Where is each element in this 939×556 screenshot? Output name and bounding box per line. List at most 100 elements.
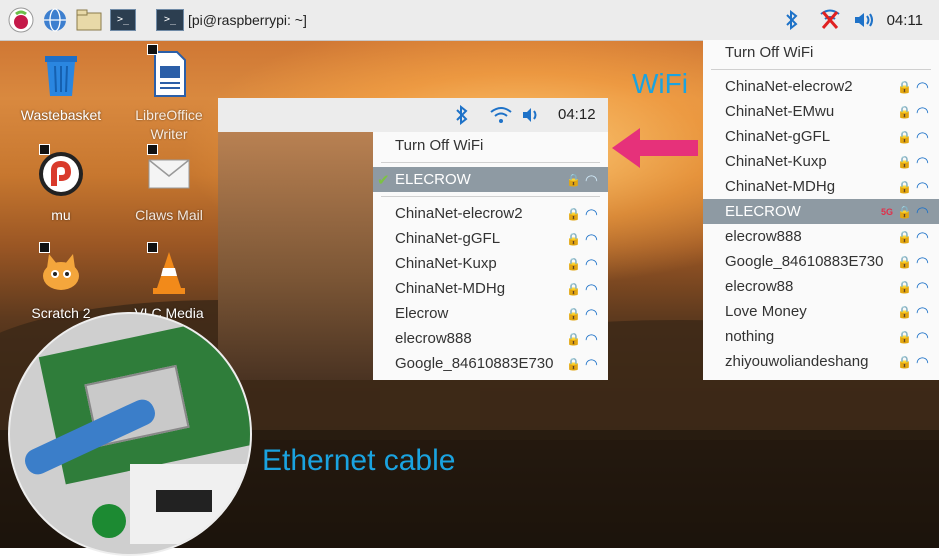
network-item-selected[interactable]: ELECROW 5G 🔒 ◠ — [703, 199, 939, 224]
lock-icon: 🔒 — [896, 179, 912, 194]
wifi-signal-icon: ◠ — [584, 280, 598, 298]
lock-icon: 🔒 — [565, 306, 581, 321]
lock-icon: 🔒 — [896, 79, 912, 94]
dip-switch — [156, 490, 212, 512]
bluetooth-icon[interactable] — [456, 105, 468, 125]
network-name: zhiyouwoliandeshang — [725, 353, 869, 370]
shortcut-arrow-icon — [39, 144, 50, 155]
network-name: ChinaNet-gGFL — [395, 230, 501, 247]
network-item[interactable]: ChinaNet-elecrow2 🔒 ◠ — [703, 74, 939, 99]
network-status: 🔒 ◠ — [897, 178, 929, 196]
wifi-menu-large: Turn Off WiFi ChinaNet-elecrow2 🔒 ◠ ChinaNe… — [703, 40, 939, 380]
network-status: 🔒 ◠ — [897, 253, 929, 271]
wifi-signal-icon: ◠ — [584, 330, 598, 348]
lock-icon: 🔒 — [896, 354, 912, 369]
network-item[interactable]: elecrow888 🔒 ◠ — [703, 224, 939, 249]
lock-icon: 🔒 — [565, 256, 581, 271]
wifi-signal-icon: ◠ — [915, 253, 929, 271]
volume-icon[interactable] — [522, 107, 542, 123]
network-item[interactable]: nothing 🔒 ◠ — [703, 324, 939, 349]
network-item[interactable]: zhiyouwoliandeshang 🔒 ◠ — [703, 349, 939, 374]
network-name: nothing — [725, 328, 775, 345]
ethernet-annotation: Ethernet cable — [262, 444, 456, 477]
network-item[interactable]: ChinaNet-elecrow2 🔒 ◠ — [373, 201, 608, 226]
system-tray: 04:11 — [785, 0, 939, 40]
network-item[interactable]: elecrow88 🔒 ◠ — [703, 274, 939, 299]
desktop-icon-label: Claws Mail — [135, 207, 203, 223]
network-item[interactable]: ChinaNet-Kuxp 🔒 ◠ — [703, 149, 939, 174]
network-name: ChinaNet-MDHg — [395, 280, 506, 297]
network-item[interactable]: ChinaNet-MDHg 🔒 ◠ — [373, 276, 608, 301]
network-item[interactable]: elecrow888 🔒 ◠ — [373, 326, 608, 351]
turn-off-wifi-item[interactable]: Turn Off WiFi — [373, 133, 608, 158]
lock-icon: 🔒 — [565, 331, 581, 346]
web-browser-icon[interactable] — [42, 7, 68, 33]
network-status: 🔒 ◠ — [897, 303, 929, 321]
network-status: 🔒 ◠ — [566, 230, 598, 248]
network-name: ChinaNet-EMwu — [725, 103, 835, 120]
wifi-disconnected-icon[interactable] — [817, 8, 843, 32]
network-item[interactable]: Love Money 🔒 ◠ — [703, 299, 939, 324]
network-name: Google_84610883E730 — [725, 253, 884, 270]
clock: 04:12 — [558, 106, 596, 123]
wastebasket-icon — [37, 50, 85, 98]
network-name: Elecrow — [395, 305, 449, 322]
volume-icon[interactable] — [853, 11, 875, 29]
desktop-icon-scratch[interactable]: Scratch 2 — [16, 242, 106, 323]
menu-separator — [381, 196, 600, 197]
wifi-signal-icon: ◠ — [915, 103, 929, 121]
pointer-arrow-icon — [612, 128, 698, 168]
network-list: elecrow888 🔒 ◠ Google_84610883E730 🔒 ◠ elecrow… — [703, 224, 939, 374]
checkmark-icon: ✔ — [377, 171, 390, 189]
network-name: ELECROW — [725, 203, 801, 220]
desktop-icon-wastebasket[interactable]: Wastebasket — [16, 50, 106, 125]
network-item-selected[interactable]: ✔ ELECROW 🔒 ◠ — [373, 167, 608, 192]
claws-mail-icon — [145, 144, 193, 198]
network-item[interactable]: ChinaNet-gGFL 🔒 ◠ — [373, 226, 608, 251]
lock-icon: 🔒 — [896, 329, 912, 344]
lock-icon: 🔒 — [565, 206, 581, 221]
network-name: elecrow888 — [395, 330, 472, 347]
wifi-signal-icon: ◠ — [915, 128, 929, 146]
lock-icon: 🔒 — [896, 279, 912, 294]
scratch-cat-icon — [37, 242, 85, 296]
wifi-icon[interactable] — [490, 106, 512, 124]
bluetooth-icon[interactable] — [785, 10, 799, 30]
desktop-icon-label: Pyt — [14, 500, 33, 515]
network-status: 🔒 ◠ — [897, 328, 929, 346]
terminal-icon: >_ — [156, 9, 184, 31]
menu-item-label: Turn Off WiFi — [725, 44, 814, 61]
network-item[interactable]: Google_84610883E730 🔒 ◠ — [373, 351, 608, 376]
wifi-signal-icon: ◠ — [915, 203, 929, 221]
network-status: 🔒 ◠ — [897, 128, 929, 146]
network-item[interactable]: ChinaNet-MDHg 🔒 ◠ — [703, 174, 939, 199]
shortcut-arrow-icon — [147, 144, 158, 155]
network-status: 🔒 ◠ — [897, 228, 929, 246]
network-item[interactable]: ChinaNet-Kuxp 🔒 ◠ — [373, 251, 608, 276]
lock-icon: 🔒 — [896, 304, 912, 319]
network-item[interactable]: ChinaNet-gGFL 🔒 ◠ — [703, 124, 939, 149]
network-list: ChinaNet-elecrow2 🔒 ◠ ChinaNet-gGFL 🔒 ◠ ChinaN… — [373, 201, 608, 376]
turn-off-wifi-item[interactable]: Turn Off WiFi — [703, 40, 939, 65]
raspberry-menu-icon[interactable] — [8, 7, 34, 33]
wifi-signal-icon: ◠ — [915, 303, 929, 321]
libreoffice-writer-icon — [145, 44, 193, 98]
network-item[interactable]: ChinaNet-EMwu 🔒 ◠ — [703, 99, 939, 124]
wifi-signal-icon: ◠ — [915, 153, 929, 171]
network-name: ChinaNet-Kuxp — [725, 153, 827, 170]
network-status: 5G 🔒 ◠ — [881, 203, 929, 221]
desktop-icon-mu[interactable]: mu — [16, 144, 106, 225]
file-manager-icon[interactable] — [76, 7, 102, 33]
terminal-icon[interactable]: >_ — [110, 7, 136, 33]
network-name: ChinaNet-Kuxp — [395, 255, 497, 272]
vlc-cone-icon — [145, 242, 193, 296]
desktop-icon-libreoffice-writer[interactable]: LibreOffice Writer — [124, 44, 214, 144]
taskbar-terminal-window[interactable]: >_ [pi@raspberrypi: ~] — [150, 6, 313, 34]
network-item[interactable]: Google_84610883E730 🔒 ◠ — [703, 249, 939, 274]
network-name: ChinaNet-gGFL — [725, 128, 831, 145]
wifi-signal-icon: ◠ — [584, 230, 598, 248]
taskbar-task-label: [pi@raspberrypi: ~] — [188, 12, 307, 28]
network-item[interactable]: Elecrow 🔒 ◠ — [373, 301, 608, 326]
desktop-icon-claws-mail[interactable]: Claws Mail — [124, 144, 214, 225]
network-name: ChinaNet-elecrow2 — [395, 205, 523, 222]
